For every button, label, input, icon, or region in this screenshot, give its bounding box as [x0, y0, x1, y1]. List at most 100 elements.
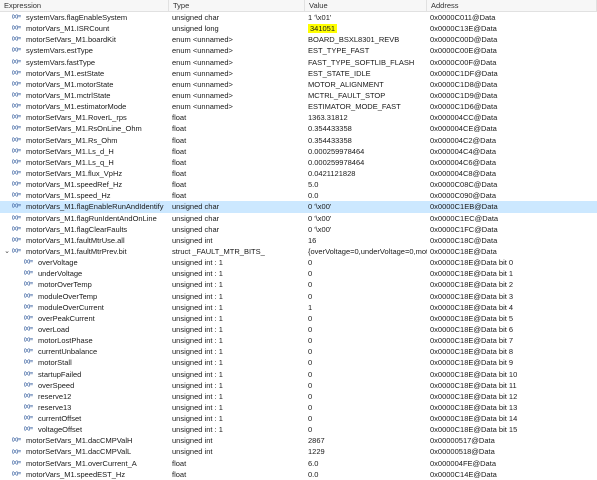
- expression-cell[interactable]: motorVars_M1.mctrlState: [0, 90, 169, 101]
- expression-cell[interactable]: currentOffset: [0, 413, 169, 424]
- expression-cell[interactable]: motorSetVars_M1.overCurrent_A: [0, 458, 169, 469]
- expression-cell[interactable]: underVoltage: [0, 268, 169, 279]
- value-cell[interactable]: EST_TYPE_FAST: [305, 45, 427, 56]
- value-cell[interactable]: 0: [305, 279, 427, 290]
- value-cell[interactable]: 0: [305, 391, 427, 402]
- value-cell[interactable]: {overVoltage=0,underVoltage=0,motorOv...: [305, 246, 427, 257]
- expression-cell[interactable]: motorVars_M1.estimatorMode: [0, 101, 169, 112]
- value-cell[interactable]: 0.000259978464: [305, 157, 427, 168]
- value-cell[interactable]: 6.0: [305, 458, 427, 469]
- expression-cell[interactable]: currentUnbalance: [0, 346, 169, 357]
- expand-arrow-icon[interactable]: ⌄: [2, 246, 12, 257]
- value-cell[interactable]: 0: [305, 346, 427, 357]
- value-cell[interactable]: 0.0: [305, 469, 427, 480]
- table-row[interactable]: motorVars_M1.mctrlState enum <unnamed> MCT…: [0, 90, 597, 101]
- value-cell[interactable]: 16: [305, 235, 427, 246]
- value-cell[interactable]: 0: [305, 424, 427, 435]
- table-row[interactable]: reserve13 unsigned int : 1 0 0x0000C18E@Dat…: [0, 402, 597, 413]
- value-cell[interactable]: 2867: [305, 435, 427, 446]
- expression-cell[interactable]: motorVars_M1.flagClearFaults: [0, 224, 169, 235]
- value-cell[interactable]: ESTIMATOR_MODE_FAST: [305, 101, 427, 112]
- expression-cell[interactable]: startupFailed: [0, 369, 169, 380]
- value-cell[interactable]: 0: [305, 369, 427, 380]
- value-cell[interactable]: 0: [305, 413, 427, 424]
- expression-cell[interactable]: moduleOverCurrent: [0, 302, 169, 313]
- expression-cell[interactable]: overVoltage: [0, 257, 169, 268]
- table-row[interactable]: currentOffset unsigned int : 1 0 0x0000C18E…: [0, 413, 597, 424]
- table-row[interactable]: overPeakCurrent unsigned int : 1 0 0x0000C1…: [0, 313, 597, 324]
- value-cell[interactable]: BOARD_BSXL8301_REVB: [305, 34, 427, 45]
- expression-cell[interactable]: motorSetVars_M1.Ls_q_H: [0, 157, 169, 168]
- expression-cell[interactable]: motorVars_M1.flagEnableRunAndIdentify: [0, 201, 169, 212]
- expression-cell[interactable]: motorOverTemp: [0, 279, 169, 290]
- expression-cell[interactable]: systemVars.fastType: [0, 57, 169, 68]
- table-row[interactable]: motorSetVars_M1.Rs_Ohm float 0.354433358 0x…: [0, 135, 597, 146]
- table-row[interactable]: motorSetVars_M1.dacCMPValH unsigned int 28…: [0, 435, 597, 446]
- table-row[interactable]: motorSetVars_M1.Ls_d_H float 0.00025997846…: [0, 146, 597, 157]
- table-row[interactable]: motorVars_M1.speedEST_Hz float 0.0 0x0000C1…: [0, 469, 597, 480]
- expression-cell[interactable]: reserve12: [0, 391, 169, 402]
- table-row[interactable]: systemVars.estType enum <unnamed> EST_TYPE…: [0, 45, 597, 56]
- table-row[interactable]: motorVars_M1.speed_Hz float 0.0 0x0000C090@…: [0, 190, 597, 201]
- table-row[interactable]: voltageOffset unsigned int : 1 0 0x0000C18E…: [0, 424, 597, 435]
- table-row[interactable]: motorOverTemp unsigned int : 1 0 0x0000C18E…: [0, 279, 597, 290]
- value-cell[interactable]: 0: [305, 380, 427, 391]
- expression-cell[interactable]: motorVars_M1.speedEST_Hz: [0, 469, 169, 480]
- expression-cell[interactable]: motorVars_M1.faultMtrUse.all: [0, 235, 169, 246]
- table-row[interactable]: moduleOverTemp unsigned int : 1 0 0x0000C18…: [0, 291, 597, 302]
- table-row[interactable]: motorVars_M1.motorState enum <unnamed> MOT…: [0, 79, 597, 90]
- table-row[interactable]: motorVars_M1.estState enum <unnamed> EST_S…: [0, 68, 597, 79]
- expression-cell[interactable]: systemVars.flagEnableSystem: [0, 12, 169, 23]
- expression-cell[interactable]: motorStall: [0, 357, 169, 368]
- value-cell[interactable]: 0: [305, 357, 427, 368]
- column-header-address[interactable]: Address: [427, 0, 597, 11]
- table-row[interactable]: motorSetVars_M1.RsOnLine_Ohm float 0.35443…: [0, 123, 597, 134]
- value-cell[interactable]: 0.354433358: [305, 135, 427, 146]
- table-row[interactable]: ⌄ motorVars_M1.faultMtrPrev.bit struct _FA…: [0, 246, 597, 257]
- table-row[interactable]: motorVars_M1.flagRunIdentAndOnLine unsign…: [0, 213, 597, 224]
- value-cell[interactable]: 0.000259978464: [305, 146, 427, 157]
- table-row[interactable]: motorVars_M1.ISRCount unsigned long 341051…: [0, 23, 597, 34]
- expression-cell[interactable]: motorSetVars_M1.flux_VpHz: [0, 168, 169, 179]
- expression-cell[interactable]: voltageOffset: [0, 424, 169, 435]
- value-cell[interactable]: 1363.31812: [305, 112, 427, 123]
- expression-cell[interactable]: motorVars_M1.speed_Hz: [0, 190, 169, 201]
- value-cell[interactable]: 1: [305, 302, 427, 313]
- value-cell[interactable]: 0: [305, 268, 427, 279]
- expression-cell[interactable]: motorSetVars_M1.dacCMPValL: [0, 446, 169, 458]
- expression-cell[interactable]: motorVars_M1.ISRCount: [0, 23, 169, 34]
- table-row[interactable]: motorSetVars_M1.Ls_q_H float 0.00025997846…: [0, 157, 597, 168]
- table-row[interactable]: motorVars_M1.flagClearFaults unsigned cha…: [0, 224, 597, 235]
- value-cell[interactable]: 0: [305, 324, 427, 335]
- column-header-type[interactable]: Type: [169, 0, 305, 11]
- expression-cell[interactable]: motorSetVars_M1.Ls_d_H: [0, 146, 169, 157]
- table-row[interactable]: systemVars.fastType enum <unnamed> FAST_TY…: [0, 57, 597, 68]
- table-row[interactable]: overLoad unsigned int : 1 0 0x0000C18E@Data…: [0, 324, 597, 335]
- value-cell[interactable]: 0 '\x00': [305, 224, 427, 235]
- table-row[interactable]: moduleOverCurrent unsigned int : 1 1 0x0000…: [0, 302, 597, 313]
- expression-cell[interactable]: motorSetVars_M1.RsOnLine_Ohm: [0, 123, 169, 134]
- table-row[interactable]: reserve12 unsigned int : 1 0 0x0000C18E@Dat…: [0, 391, 597, 402]
- expression-cell[interactable]: motorSetVars_M1.RoverL_rps: [0, 112, 169, 123]
- expression-cell[interactable]: motorSetVars_M1.Rs_Ohm: [0, 135, 169, 146]
- table-row[interactable]: motorSetVars_M1.dacCMPValL unsigned int 12…: [0, 446, 597, 458]
- table-row[interactable]: underVoltage unsigned int : 1 0 0x0000C18E@…: [0, 268, 597, 279]
- value-cell[interactable]: 0 '\x00': [305, 213, 427, 224]
- expression-cell[interactable]: systemVars.estType: [0, 45, 169, 56]
- table-row[interactable]: motorVars_M1.flagEnableRunAndIdentify uns…: [0, 201, 597, 213]
- table-row[interactable]: overVoltage unsigned int : 1 0 0x0000C18E@D…: [0, 257, 597, 268]
- value-cell[interactable]: 0.0: [305, 190, 427, 201]
- value-cell[interactable]: FAST_TYPE_SOFTLIB_FLASH: [305, 57, 427, 68]
- expression-cell[interactable]: reserve13: [0, 402, 169, 413]
- value-cell[interactable]: MCTRL_FAULT_STOP: [305, 90, 427, 101]
- table-row[interactable]: motorVars_M1.faultMtrUse.all unsigned int…: [0, 235, 597, 246]
- value-cell[interactable]: 0: [305, 257, 427, 268]
- column-header-value[interactable]: Value: [305, 0, 427, 11]
- table-row[interactable]: motorSetVars_M1.RoverL_rps float 1363.3181…: [0, 112, 597, 123]
- table-row[interactable]: startupFailed unsigned int : 1 0 0x0000C18E…: [0, 369, 597, 380]
- table-row[interactable]: systemVars.flagEnableSystem unsigned char…: [0, 12, 597, 23]
- value-cell[interactable]: 341051: [305, 23, 427, 34]
- table-row[interactable]: motorLostPhase unsigned int : 1 0 0x0000C18…: [0, 335, 597, 346]
- table-row[interactable]: motorVars_M1.speedRef_Hz float 5.0 0x0000C0…: [0, 179, 597, 190]
- table-row[interactable]: motorSetVars_M1.overCurrent_A float 6.0 0x0…: [0, 458, 597, 469]
